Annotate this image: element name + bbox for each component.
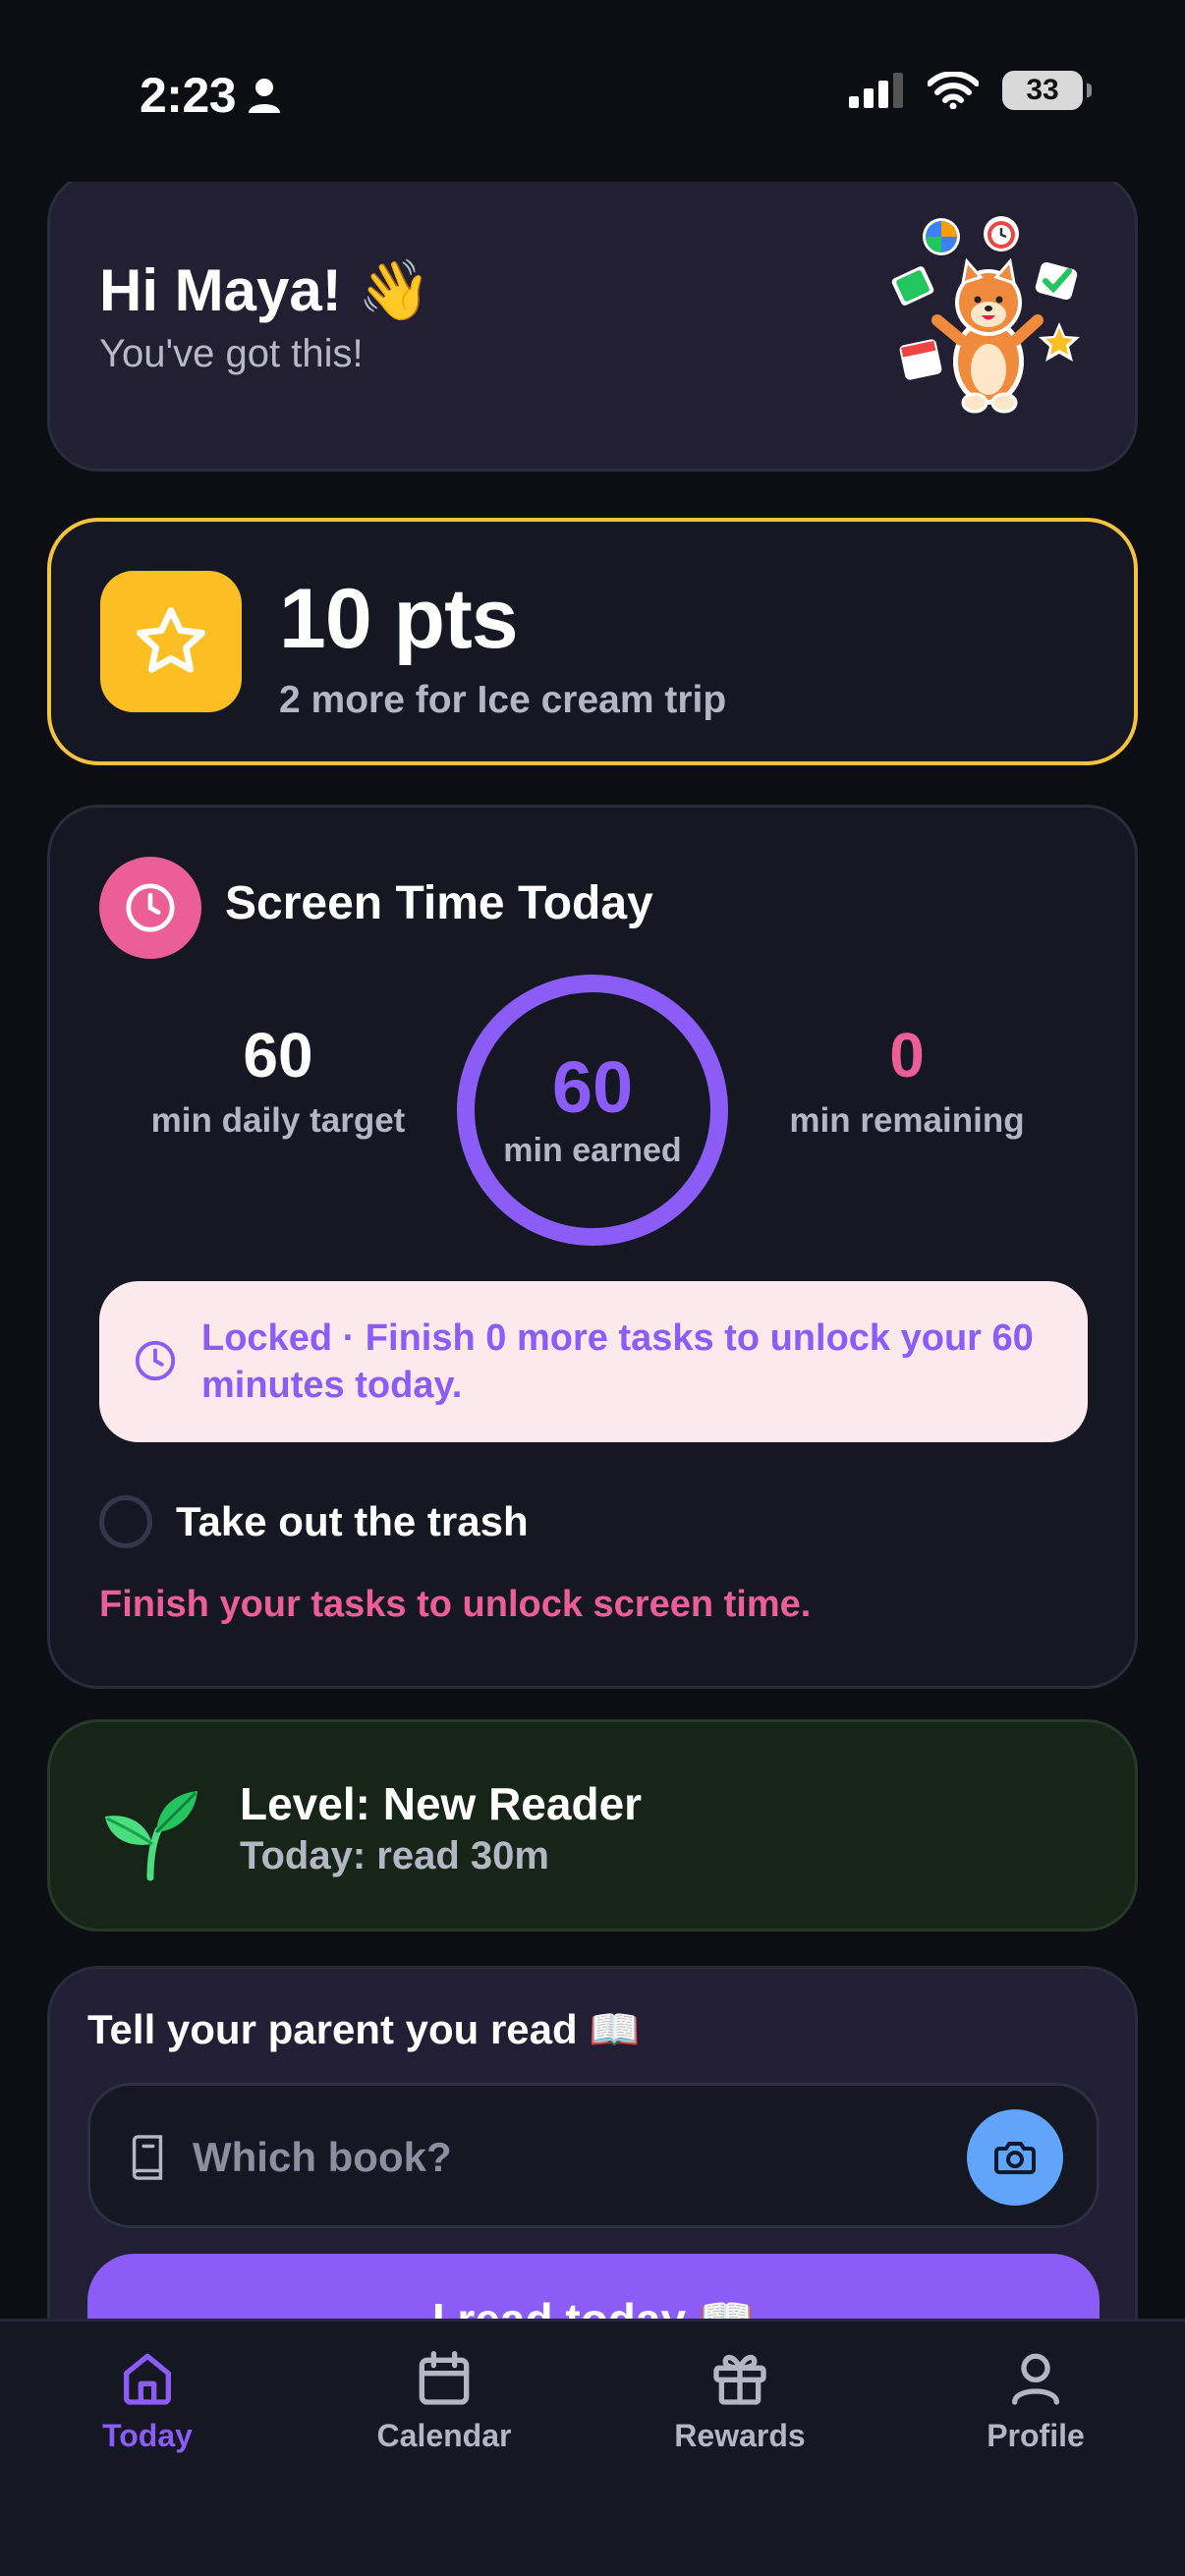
task-checkbox[interactable] xyxy=(99,1495,152,1548)
camera-icon xyxy=(994,2142,1036,2174)
screen-time-card: Screen Time Today 60 min daily target 60… xyxy=(47,805,1138,1689)
dog-mascot-illustration xyxy=(891,216,1080,414)
wifi-icon xyxy=(928,72,979,109)
status-indicators: 33 xyxy=(849,71,1092,110)
i-read-today-button[interactable]: I read today 📖 xyxy=(87,2254,1100,2319)
person-icon xyxy=(1012,2353,1059,2405)
clock-badge xyxy=(99,857,201,959)
daily-target-label: min daily target xyxy=(150,1101,406,1140)
level-card: Level: New Reader Today: read 30m xyxy=(47,1719,1138,1932)
clock-text: 2:23 xyxy=(140,68,237,123)
nav-tab-calendar[interactable]: Calendar xyxy=(326,2347,562,2454)
nav-label-profile: Profile xyxy=(987,2418,1085,2453)
book-icon xyxy=(132,2135,163,2180)
sprout-icon xyxy=(105,1791,198,1881)
nav-tab-rewards[interactable]: Rewards xyxy=(622,2347,858,2454)
nav-tab-profile[interactable]: Profile xyxy=(918,2347,1154,2454)
clock-small-icon xyxy=(135,1340,176,1381)
nav-label-today: Today xyxy=(102,2418,193,2453)
cellular-signal-icon xyxy=(849,73,903,108)
points-value: 10 pts xyxy=(279,572,519,666)
bottom-navigation: Today Calendar Rewards Profile xyxy=(0,2319,1185,2576)
camera-button[interactable] xyxy=(967,2109,1063,2206)
reading-title: Tell your parent you read 📖 xyxy=(87,2006,641,2052)
earned-ring: 60 min earned xyxy=(457,975,728,1246)
lock-banner: Locked · Finish 0 more tasks to unlock y… xyxy=(99,1281,1088,1442)
book-input[interactable] xyxy=(193,2123,959,2192)
level-subtitle: Today: read 30m xyxy=(240,1834,549,1877)
unlock-hint: Finish your tasks to unlock screen time. xyxy=(99,1584,812,1625)
points-subtitle: 2 more for Ice cream trip xyxy=(279,679,727,721)
greeting-card: Hi Maya! 👋 You've got this! xyxy=(47,182,1138,472)
remaining-value: 0 xyxy=(889,1020,925,1091)
star-icon xyxy=(137,607,206,673)
calendar-icon xyxy=(419,2351,470,2405)
level-title: Level: New Reader xyxy=(240,1778,643,1829)
greeting-title: Hi Maya! 👋 xyxy=(99,257,432,323)
status-bar: 2:23 33 xyxy=(0,0,1185,182)
screen-time-title: Screen Time Today xyxy=(225,877,653,929)
nav-tab-today[interactable]: Today xyxy=(29,2347,265,2454)
status-time: 2:23 xyxy=(140,67,281,124)
task-label: Take out the trash xyxy=(176,1498,529,1544)
daily-target-value: 60 xyxy=(243,1020,313,1091)
person-status-icon xyxy=(249,79,281,113)
book-input-field[interactable] xyxy=(87,2083,1100,2228)
earned-value: 60 xyxy=(551,1045,634,1128)
gift-icon xyxy=(713,2354,766,2405)
task-row[interactable]: Take out the trash xyxy=(99,1495,529,1548)
battery-level: 33 xyxy=(1026,74,1059,106)
nav-label-calendar: Calendar xyxy=(376,2418,512,2453)
points-card[interactable]: 10 pts 2 more for Ice cream trip xyxy=(47,518,1138,765)
nav-label-rewards: Rewards xyxy=(674,2418,806,2453)
clock-icon xyxy=(126,883,175,932)
remaining-label: min remaining xyxy=(789,1101,1025,1140)
lock-message: Locked · Finish 0 more tasks to unlock y… xyxy=(201,1317,1034,1406)
main-scroll-area[interactable]: Hi Maya! 👋 You've got this! 10 pts 2 mor… xyxy=(0,182,1185,2319)
battery-indicator: 33 xyxy=(1002,71,1092,110)
star-badge xyxy=(100,571,242,712)
greeting-subtitle: You've got this! xyxy=(99,332,364,375)
daily-target-stat: 60 min daily target xyxy=(121,1019,435,1141)
remaining-stat: 0 min remaining xyxy=(750,1019,1064,1141)
reading-card: Tell your parent you read 📖 I read today… xyxy=(47,1966,1138,2319)
earned-label: min earned xyxy=(503,1131,682,1169)
home-icon xyxy=(123,2353,171,2405)
